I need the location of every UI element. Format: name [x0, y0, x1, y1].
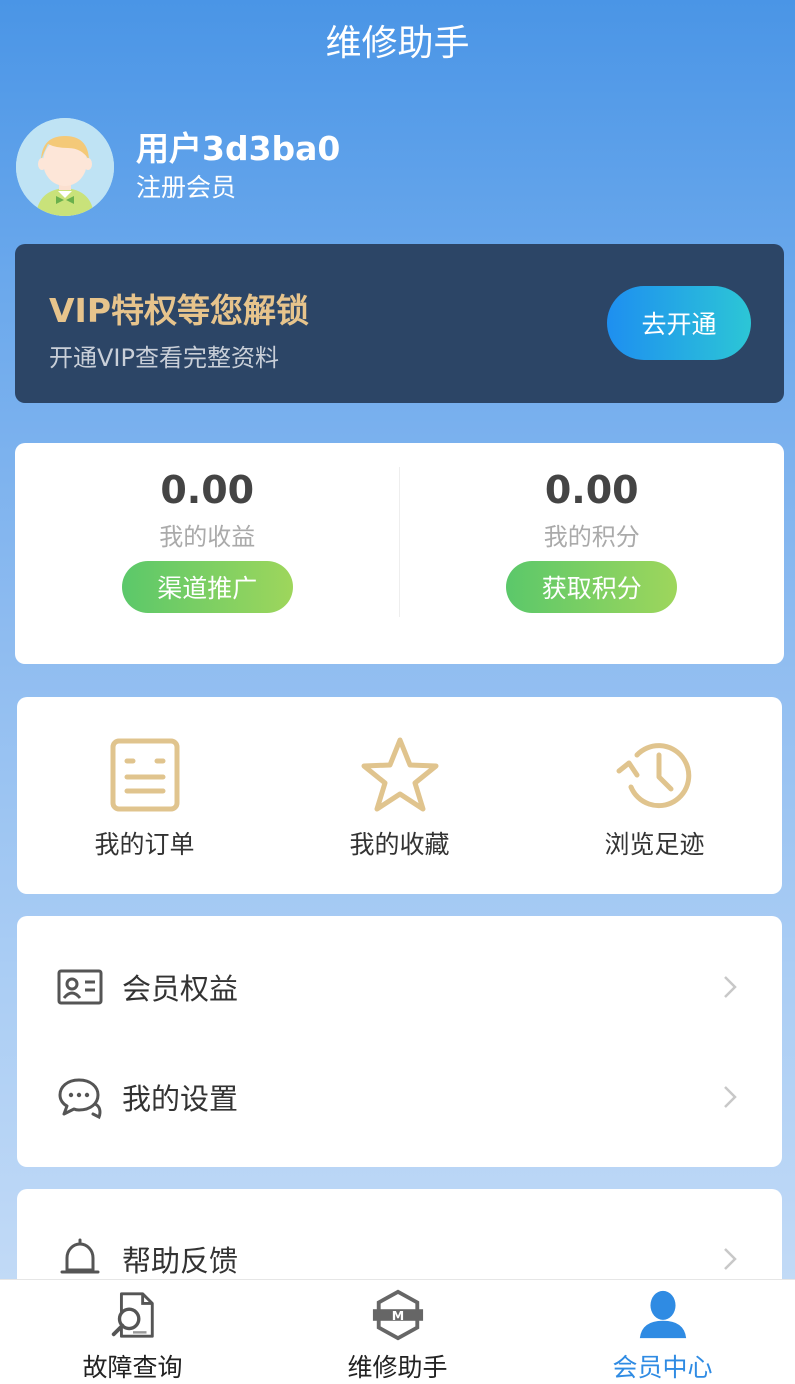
tab-fault-search[interactable]: 故障查询: [0, 1280, 265, 1384]
my-orders-item[interactable]: 我的订单: [17, 697, 272, 894]
id-card-icon: [57, 969, 103, 1005]
fault-search-icon: [111, 1292, 154, 1338]
my-orders-label: 我的订单: [94, 830, 195, 859]
user-icon: [639, 1290, 686, 1339]
chevron-right-icon: [724, 976, 737, 998]
menu-item-member-benefits[interactable]: 会员权益: [17, 932, 782, 1042]
browse-history-label: 浏览足迹: [604, 830, 705, 859]
history-icon: [616, 743, 691, 809]
vip-banner[interactable]: VIP特权等您解锁 开通VIP查看完整资料 去开通: [15, 244, 784, 403]
chat-icon: [58, 1078, 102, 1120]
bottom-tab-bar: 故障查询 M 维修助手 会员中心: [0, 1279, 795, 1384]
menu-item-label: 帮助反馈: [122, 1244, 239, 1278]
svg-text:M: M: [391, 1308, 403, 1323]
tab-label: 维修助手: [347, 1353, 448, 1382]
star-icon: [361, 737, 438, 812]
tab-label: 故障查询: [82, 1353, 183, 1382]
chevron-right-icon: [724, 1086, 737, 1108]
menu-item-label: 我的设置: [122, 1082, 239, 1116]
chevron-right-icon: [724, 1248, 737, 1270]
earnings-value: 0.00: [160, 468, 255, 512]
channel-promotion-button[interactable]: 渠道推广: [121, 561, 293, 613]
my-favorites-label: 我的收藏: [349, 830, 450, 859]
vip-subtitle: 开通VIP查看完整资料: [49, 344, 279, 372]
menu-group-1: 会员权益 我的设置: [17, 916, 782, 1167]
vip-title: VIP特权等您解锁: [49, 291, 310, 330]
menu-item-label: 会员权益: [122, 972, 239, 1006]
tab-repair-assistant[interactable]: M 维修助手: [265, 1280, 530, 1384]
tab-member-center[interactable]: 会员中心: [530, 1280, 795, 1384]
quick-actions: 我的订单 我的收藏 浏览足迹: [17, 697, 782, 894]
avatar-illustration: [16, 118, 114, 216]
user-profile[interactable]: 用户3d3ba0 注册会员: [16, 118, 340, 216]
user-name: 用户3d3ba0: [136, 129, 341, 168]
order-icon: [110, 738, 179, 812]
bell-icon: [60, 1238, 100, 1274]
points-value: 0.00: [544, 468, 639, 512]
my-favorites-item[interactable]: 我的收藏: [272, 697, 527, 894]
earnings-stat: 0.00 我的收益 渠道推广: [15, 443, 400, 664]
avatar[interactable]: [16, 118, 114, 216]
activate-vip-button[interactable]: 去开通: [607, 286, 751, 360]
browse-history-item[interactable]: 浏览足迹: [527, 697, 782, 894]
tab-label: 会员中心: [612, 1353, 713, 1382]
points-stat: 0.00 我的积分 获取积分: [400, 443, 785, 664]
menu-item-my-settings[interactable]: 我的设置: [17, 1042, 782, 1152]
repair-logo-icon: M: [372, 1289, 423, 1341]
points-label: 我的积分: [543, 523, 640, 551]
membership-level: 注册会员: [136, 173, 237, 202]
earnings-label: 我的收益: [159, 523, 256, 551]
stats-card: 0.00 我的收益 渠道推广 0.00 我的积分 获取积分: [15, 443, 784, 664]
page-title: 维修助手: [325, 23, 470, 64]
get-points-button[interactable]: 获取积分: [506, 561, 678, 613]
